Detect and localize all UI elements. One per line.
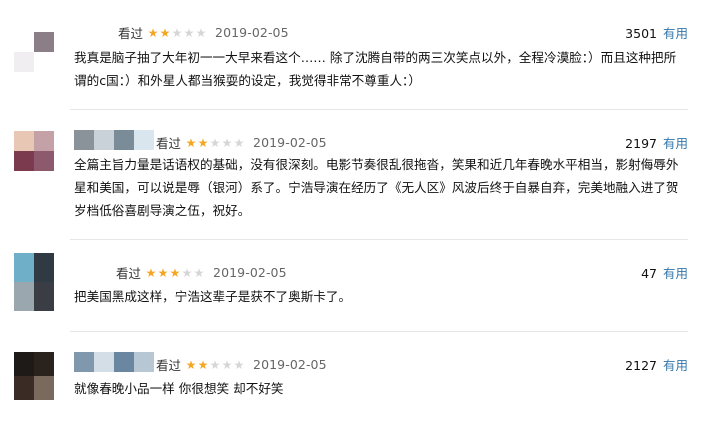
review-meta: 看过 ★ ★ ★ ★ ★ 2019-02-05 — [116, 263, 287, 282]
vote-number: 2197 — [625, 136, 657, 151]
avatar[interactable] — [14, 253, 54, 311]
star-icon: ★ — [147, 25, 159, 40]
review-date: 2019-02-05 — [213, 265, 287, 280]
star-icon: ★ — [209, 135, 221, 150]
avatar-block — [14, 131, 34, 151]
review-text: 我真是脑子抽了大年初一一大早来看这个…… 除了沈腾自带的两三次笑点以外，全程冷漠… — [74, 50, 677, 88]
star-icon: ★ — [171, 25, 183, 40]
username-redacted[interactable] — [74, 130, 154, 150]
watched-label: 看过 — [156, 358, 182, 373]
avatar-block — [34, 376, 54, 400]
star-icon: ★ — [159, 25, 171, 40]
star-icon: ★ — [183, 25, 195, 40]
avatar-block — [34, 253, 54, 282]
avatar-block — [14, 52, 34, 72]
avatar[interactable] — [14, 32, 54, 72]
star-icon: ★ — [185, 135, 197, 150]
avatar-block — [34, 352, 54, 376]
star-icon: ★ — [197, 135, 209, 150]
review-date: 2019-02-05 — [253, 357, 327, 372]
vote-count: 47 有用 — [641, 263, 688, 282]
star-icon: ★ — [145, 265, 157, 280]
watched-label: 看过 — [118, 26, 144, 41]
star-icon: ★ — [195, 25, 207, 40]
vote-number: 47 — [641, 266, 657, 281]
star-icon: ★ — [157, 265, 169, 280]
rating-stars: ★ ★ ★ ★ ★ — [185, 359, 245, 371]
review-item: 看过 ★ ★ ★ ★ ★ 2019-02-05 2197 有用 全篇主旨力量是话语权的基础… — [0, 110, 709, 238]
avatar[interactable] — [14, 352, 54, 400]
star-icon: ★ — [181, 265, 193, 280]
useful-button[interactable]: 有用 — [663, 136, 688, 151]
vote-count: 2197 有用 — [625, 133, 688, 152]
star-icon: ★ — [221, 135, 233, 150]
avatar-block — [34, 32, 54, 52]
rating-stars: ★ ★ ★ ★ ★ — [147, 27, 207, 39]
avatar-block — [14, 253, 34, 282]
avatar-block — [14, 282, 34, 311]
avatar-block — [34, 131, 54, 151]
review-text: 就像春晚小品一样 你很想笑 却不好笑 — [74, 381, 284, 396]
vote-count: 2127 有用 — [625, 355, 688, 374]
avatar-block — [34, 151, 54, 171]
avatar-block — [14, 32, 34, 52]
watched-label: 看过 — [156, 136, 182, 151]
star-icon: ★ — [169, 265, 181, 280]
useful-button[interactable]: 有用 — [663, 358, 688, 373]
avatar-block — [34, 52, 54, 72]
review-meta: 看过 ★ ★ ★ ★ ★ 2019-02-05 — [118, 23, 289, 42]
star-icon: ★ — [193, 265, 205, 280]
star-icon: ★ — [209, 357, 221, 372]
username-redacted[interactable] — [74, 352, 154, 372]
review-date: 2019-02-05 — [215, 25, 289, 40]
review-item: 看过 ★ ★ ★ ★ ★ 2019-02-05 3501 有用 我真是脑子抽了大年初一一大… — [0, 0, 709, 108]
username-redacted[interactable] — [74, 22, 114, 42]
review-meta: 看过 ★ ★ ★ ★ ★ 2019-02-05 — [156, 133, 327, 152]
username-redacted[interactable] — [74, 260, 114, 280]
star-icon: ★ — [221, 357, 233, 372]
review-item: 看过 ★ ★ ★ ★ ★ 2019-02-05 47 有用 把美国黑成这样，宁浩这辈子是获… — [0, 240, 709, 330]
review-date: 2019-02-05 — [253, 135, 327, 150]
vote-number: 3501 — [625, 26, 657, 41]
review-text: 把美国黑成这样，宁浩这辈子是获不了奥斯卡了。 — [74, 289, 352, 304]
watched-label: 看过 — [116, 266, 142, 281]
avatar-block — [14, 352, 34, 376]
rating-stars: ★ ★ ★ ★ ★ — [145, 267, 205, 279]
avatar-block — [14, 376, 34, 400]
avatar-block — [34, 282, 54, 311]
star-icon: ★ — [233, 135, 245, 150]
avatar-block — [14, 151, 34, 171]
vote-count: 3501 有用 — [625, 23, 688, 42]
review-text: 全篇主旨力量是话语权的基础，没有很深刻。电影节奏很乱很拖沓，笑果和近几年春晚水平… — [74, 157, 679, 218]
useful-button[interactable]: 有用 — [663, 26, 688, 41]
review-meta: 看过 ★ ★ ★ ★ ★ 2019-02-05 — [156, 355, 327, 374]
vote-number: 2127 — [625, 358, 657, 373]
star-icon: ★ — [197, 357, 209, 372]
star-icon: ★ — [233, 357, 245, 372]
useful-button[interactable]: 有用 — [663, 266, 688, 281]
rating-stars: ★ ★ ★ ★ ★ — [185, 137, 245, 149]
avatar[interactable] — [14, 131, 54, 171]
review-item: 看过 ★ ★ ★ ★ ★ 2019-02-05 2127 有用 就像春晚小品一样 你很想笑… — [0, 332, 709, 423]
star-icon: ★ — [185, 357, 197, 372]
